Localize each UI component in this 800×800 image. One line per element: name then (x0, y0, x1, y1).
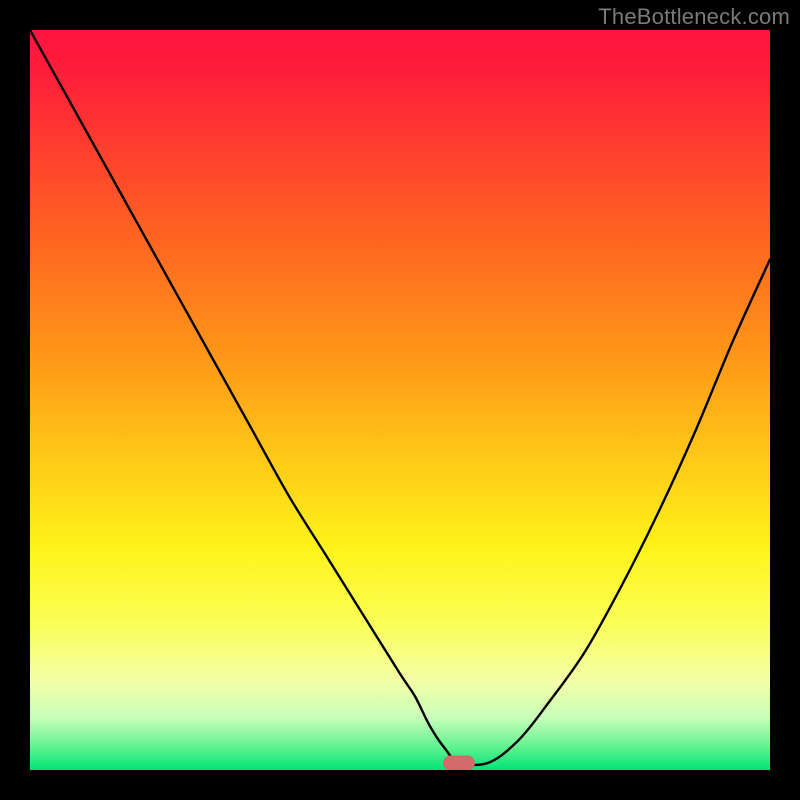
bottleneck-curve (30, 30, 770, 770)
chart-frame: TheBottleneck.com (0, 0, 800, 800)
optimal-marker (443, 755, 475, 770)
plot-area (30, 30, 770, 770)
attribution-text: TheBottleneck.com (598, 4, 790, 30)
